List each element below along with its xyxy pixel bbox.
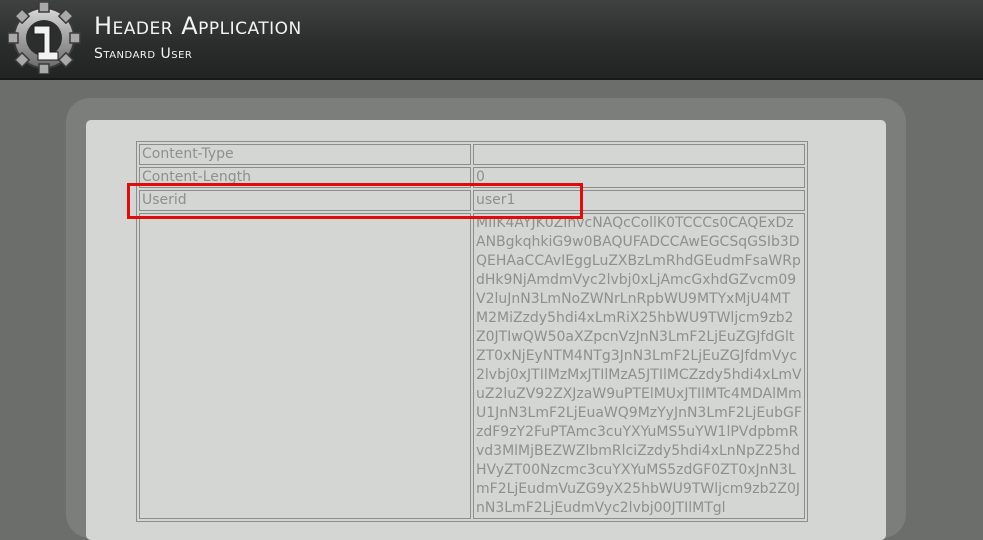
table-row: Content-Type	[139, 144, 805, 165]
gear-logo-icon	[8, 2, 81, 74]
app-header: Header Application Standard User	[0, 0, 983, 80]
header-name-cell: Content-Type	[139, 144, 471, 165]
table-row: MIIK4AYJK0ZIhvcNAQcCollK0TCCCs0CAQExDzAN…	[139, 213, 805, 519]
app-title: Header Application	[94, 12, 302, 40]
userid-highlight-box	[127, 183, 583, 219]
user-role-label: Standard User	[94, 46, 193, 62]
header-name-cell	[139, 213, 471, 519]
certificate-value-cell: MIIK4AYJK0ZIhvcNAQcCollK0TCCCs0CAQExDzAN…	[473, 213, 805, 519]
header-value-cell	[473, 144, 805, 165]
